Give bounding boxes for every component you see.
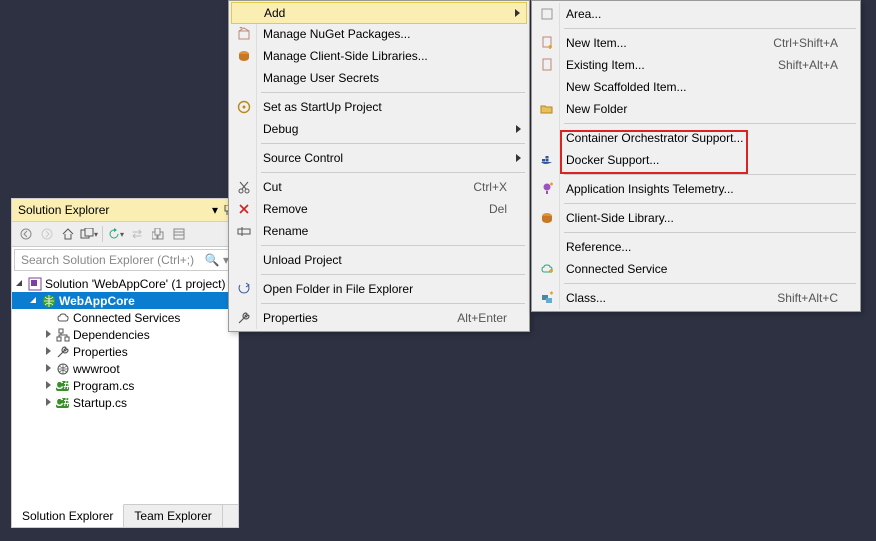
menu-unload[interactable]: Unload Project [231,249,527,271]
library-icon [538,209,556,227]
insights-icon [538,180,556,198]
menu-manage-nuget[interactable]: Manage NuGet Packages... [231,23,527,45]
existing-item-icon [538,56,556,74]
expander-icon[interactable] [44,330,53,339]
menu-properties[interactable]: Properties Alt+Enter [231,307,527,329]
context-menu-add: Area... New Item... Ctrl+Shift+A Existin… [531,0,861,312]
tab-team-explorer[interactable]: Team Explorer [124,505,222,527]
menu-app-insights[interactable]: Application Insights Telemetry... [534,178,858,200]
menu-new-item[interactable]: New Item... Ctrl+Shift+A [534,32,858,54]
docker-icon [538,151,556,169]
panel-title-bar: Solution Explorer ▾ [12,199,238,222]
globe-icon [56,362,70,376]
menu-new-folder[interactable]: New Folder [534,98,858,120]
wrench-icon [235,309,253,327]
csharp-file-icon: C# [56,396,70,410]
menu-cut[interactable]: Cut Ctrl+X [231,176,527,198]
panel-menu-dropdown-icon[interactable]: ▾ [212,203,218,217]
menu-rename[interactable]: Rename [231,220,527,242]
wrench-icon [56,345,70,359]
expander-icon[interactable] [16,279,25,288]
tree-solution-node[interactable]: Solution 'WebAppCore' (1 project) [12,275,238,292]
tree-connected-services[interactable]: Connected Services [12,309,238,326]
expander-icon[interactable] [44,364,53,373]
submenu-arrow-icon [516,154,521,162]
menu-user-secrets[interactable]: Manage User Secrets [231,67,527,89]
submenu-arrow-icon [515,9,520,17]
panel-title: Solution Explorer [18,203,109,217]
sync-views-icon[interactable]: ▾ [79,224,99,244]
tab-solution-explorer[interactable]: Solution Explorer [12,504,124,527]
rename-icon [235,222,253,240]
show-all-icon[interactable] [148,224,168,244]
tree-properties[interactable]: Properties [12,343,238,360]
search-input[interactable]: Search Solution Explorer (Ctrl+;) 🔍 ▾ [14,249,236,271]
properties-toolbar-icon[interactable] [169,224,189,244]
panel-tabs: Solution Explorer Team Explorer [12,504,238,527]
menu-add[interactable]: Add [231,2,527,24]
menu-container-orchestrator[interactable]: Container Orchestrator Support... [534,127,858,149]
tree-wwwroot[interactable]: wwwroot [12,360,238,377]
delete-icon [235,200,253,218]
menu-scaffolded-item[interactable]: New Scaffolded Item... [534,76,858,98]
expander-icon[interactable] [44,347,53,356]
search-icon: 🔍 ▾ [205,253,229,267]
solution-tree: Solution 'WebAppCore' (1 project) WebApp… [12,273,238,504]
submenu-arrow-icon [516,125,521,133]
tree-startup-cs[interactable]: C# Startup.cs [12,394,238,411]
startup-icon [235,98,253,116]
menu-open-folder[interactable]: Open Folder in File Explorer [231,278,527,300]
connected-icon [538,260,556,278]
class-icon [538,289,556,307]
refresh-icon[interactable]: ▾ [106,224,126,244]
panel-toolbar: ▾ ▾ ⇄ [12,222,238,247]
back-icon[interactable] [16,224,36,244]
expander-icon[interactable] [30,296,39,305]
tree-project-node[interactable]: WebAppCore [12,292,238,309]
menu-connected-service[interactable]: Connected Service [534,258,858,280]
menu-docker-support[interactable]: Docker Support... [534,149,858,171]
menu-remove[interactable]: Remove Del [231,198,527,220]
context-menu-project: Add Manage NuGet Packages... Manage Clie… [228,0,530,332]
menu-existing-item[interactable]: Existing Item... Shift+Alt+A [534,54,858,76]
tree-program-cs[interactable]: C# Program.cs [12,377,238,394]
home-icon[interactable] [58,224,78,244]
area-icon [538,5,556,23]
library-icon [235,47,253,65]
web-project-icon [42,294,56,308]
nuget-icon [235,25,253,43]
dependencies-icon [56,328,70,342]
open-folder-icon [235,280,253,298]
expander-icon[interactable] [44,381,53,390]
menu-source-control[interactable]: Source Control [231,147,527,169]
solution-explorer-panel: Solution Explorer ▾ ▾ ▾ ⇄ Search Solutio… [11,198,239,528]
svg-text:C#: C# [56,380,70,392]
svg-text:C#: C# [56,397,70,409]
menu-set-startup[interactable]: Set as StartUp Project [231,96,527,118]
menu-area[interactable]: Area... [534,3,858,25]
forward-icon[interactable] [37,224,57,244]
connected-services-icon [56,311,70,325]
tree-dependencies[interactable]: Dependencies [12,326,238,343]
csharp-file-icon: C# [56,379,70,393]
expander-icon[interactable] [44,398,53,407]
scissors-icon [235,178,253,196]
menu-manage-client-libs[interactable]: Manage Client-Side Libraries... [231,45,527,67]
new-item-icon [538,34,556,52]
collapse-icon[interactable]: ⇄ [127,224,147,244]
new-folder-icon [538,100,556,118]
menu-debug[interactable]: Debug [231,118,527,140]
solution-icon [28,277,42,291]
menu-reference[interactable]: Reference... [534,236,858,258]
menu-class[interactable]: Class... Shift+Alt+C [534,287,858,309]
menu-client-side-library[interactable]: Client-Side Library... [534,207,858,229]
